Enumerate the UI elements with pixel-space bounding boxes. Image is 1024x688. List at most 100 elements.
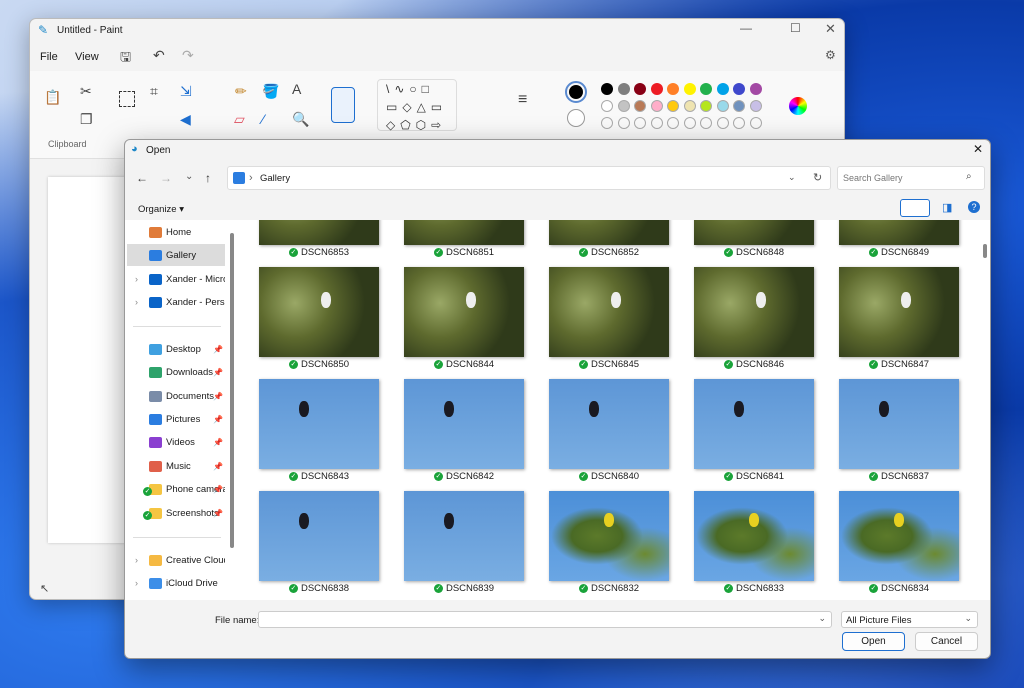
file-item[interactable]: ✓ DSCN6851 xyxy=(404,247,524,258)
thumbnail[interactable] xyxy=(404,220,524,245)
custom-color-slot[interactable] xyxy=(683,117,696,129)
sidebar-item[interactable]: › Xander - Personal xyxy=(127,291,225,313)
fill-icon[interactable]: 🪣 xyxy=(262,83,279,100)
color-swatch[interactable] xyxy=(601,83,613,95)
color-swatch[interactable] xyxy=(667,83,679,95)
copy-icon[interactable]: ❐ xyxy=(80,111,93,128)
color-swatch[interactable] xyxy=(601,100,613,112)
color-swatch[interactable] xyxy=(733,83,745,95)
custom-color-slot[interactable] xyxy=(700,117,712,129)
crop-icon[interactable]: ⌗ xyxy=(150,83,158,100)
thumbnail[interactable] xyxy=(549,379,669,469)
thumbnail[interactable] xyxy=(404,491,524,581)
color-swatch[interactable] xyxy=(700,100,712,112)
cancel-button[interactable]: Cancel xyxy=(915,632,978,651)
preview-pane-button[interactable]: ◨ xyxy=(942,201,952,214)
thumbnail[interactable] xyxy=(839,491,959,581)
redo-icon[interactable]: ↷ xyxy=(182,47,194,64)
view-options-button[interactable] xyxy=(900,199,930,217)
file-item[interactable]: ✓ DSCN6845 xyxy=(549,359,669,370)
file-item[interactable]: ✓ DSCN6849 xyxy=(839,247,959,258)
dialog-close-button[interactable]: ✕ xyxy=(973,142,983,156)
color-picker-icon[interactable]: ⁄ xyxy=(262,111,264,127)
thumbnail[interactable] xyxy=(839,379,959,469)
close-button[interactable]: ✕ xyxy=(825,21,836,37)
file-item[interactable]: ✓ DSCN6840 xyxy=(549,471,669,482)
file-name-input[interactable]: ⌄ xyxy=(258,611,832,628)
save-icon[interactable]: 🖫 xyxy=(120,48,131,70)
select-icon[interactable] xyxy=(119,91,135,107)
expand-chevron-icon[interactable]: › xyxy=(135,297,138,307)
address-bar[interactable]: › Gallery ⌄ ↻ xyxy=(227,166,831,190)
file-item[interactable]: ✓ DSCN6847 xyxy=(839,359,959,370)
color-swatch[interactable] xyxy=(617,100,630,112)
shapes-gallery[interactable]: \∿○□ ▭◇△▭ ◇⬠⬡⇨ xyxy=(377,79,457,132)
sidebar-item[interactable]: › Creative Cloud Files xyxy=(127,549,225,571)
text-icon[interactable]: A xyxy=(292,81,301,97)
file-item[interactable]: ✓ DSCN6853 xyxy=(259,247,379,258)
help-button[interactable]: ? xyxy=(968,201,980,213)
back-button[interactable]: ← xyxy=(136,171,148,185)
custom-color-slot[interactable] xyxy=(749,117,762,129)
file-item[interactable]: ✓ DSCN6848 xyxy=(694,247,814,258)
file-item[interactable]: ✓ DSCN6844 xyxy=(404,359,524,370)
expand-chevron-icon[interactable]: › xyxy=(135,274,138,284)
open-button[interactable]: Open xyxy=(842,632,905,651)
thumbnail[interactable] xyxy=(549,220,669,245)
thumbnail[interactable] xyxy=(694,491,814,581)
sidebar-item[interactable]: Videos 📌 xyxy=(127,431,225,453)
sidebar-item[interactable]: Screenshots 📌 ✓ xyxy=(127,502,225,524)
file-item[interactable]: ✓ DSCN6841 xyxy=(694,471,814,482)
file-item[interactable]: ✓ DSCN6843 xyxy=(259,471,379,482)
edit-colors-icon[interactable] xyxy=(789,97,807,115)
color-swatch[interactable] xyxy=(749,100,762,112)
color-swatch[interactable] xyxy=(634,83,646,95)
file-item[interactable]: ✓ DSCN6832 xyxy=(549,583,669,594)
thumbnail[interactable] xyxy=(694,267,814,357)
file-type-select[interactable]: All Picture Files ⌄ xyxy=(841,611,978,628)
rotate-icon[interactable]: ◀ xyxy=(180,111,191,128)
paste-icon[interactable]: 📋 xyxy=(44,89,61,106)
minimize-button[interactable]: — xyxy=(740,21,752,35)
sidebar-item[interactable]: Gallery xyxy=(127,244,225,266)
sidebar-item[interactable]: Downloads 📌 xyxy=(127,361,225,383)
grid-scrollbar[interactable] xyxy=(983,244,987,258)
color-swatch[interactable] xyxy=(700,83,712,95)
sidebar-item[interactable]: Home xyxy=(127,221,225,243)
sidebar-item[interactable]: Pictures 📌 xyxy=(127,408,225,430)
primary-color[interactable] xyxy=(565,81,587,103)
sidebar-item[interactable]: Music 📌 xyxy=(127,455,225,477)
custom-color-slot[interactable] xyxy=(634,117,646,129)
thumbnail[interactable] xyxy=(549,491,669,581)
expand-chevron-icon[interactable]: › xyxy=(135,555,138,565)
sidebar-item[interactable]: Documents 📌 xyxy=(127,385,225,407)
thumbnail[interactable] xyxy=(839,220,959,245)
thumbnail[interactable] xyxy=(549,267,669,357)
canvas[interactable] xyxy=(48,177,128,543)
file-item[interactable]: ✓ DSCN6846 xyxy=(694,359,814,370)
menu-file[interactable]: File xyxy=(40,51,58,63)
color-swatch[interactable] xyxy=(683,83,696,95)
color-swatch[interactable] xyxy=(716,100,729,112)
color-swatch[interactable] xyxy=(733,100,745,112)
file-item[interactable]: ✓ DSCN6833 xyxy=(694,583,814,594)
settings-icon[interactable]: ⚙ xyxy=(825,48,836,62)
color-swatch[interactable] xyxy=(634,100,646,112)
file-item[interactable]: ✓ DSCN6838 xyxy=(259,583,379,594)
resize-icon[interactable]: ⇲ xyxy=(180,83,192,100)
color-swatch[interactable] xyxy=(716,83,729,95)
eraser-icon[interactable]: ▱ xyxy=(234,111,245,128)
file-item[interactable]: ✓ DSCN6842 xyxy=(404,471,524,482)
sidebar-item[interactable]: Phone camera 📌 ✓ xyxy=(127,478,225,500)
color-swatch[interactable] xyxy=(650,100,663,112)
custom-color-slot[interactable] xyxy=(716,117,729,129)
custom-color-slot[interactable] xyxy=(667,117,679,129)
up-button[interactable]: ↑ xyxy=(205,171,211,185)
thumbnail[interactable] xyxy=(404,379,524,469)
thumbnail[interactable] xyxy=(694,379,814,469)
address-dropdown-icon[interactable]: ⌄ xyxy=(788,172,796,183)
expand-chevron-icon[interactable]: › xyxy=(135,578,138,588)
sidebar-item[interactable]: › Xander - Microsoft xyxy=(127,268,225,290)
custom-color-slot[interactable] xyxy=(650,117,663,129)
thumbnail[interactable] xyxy=(259,491,379,581)
